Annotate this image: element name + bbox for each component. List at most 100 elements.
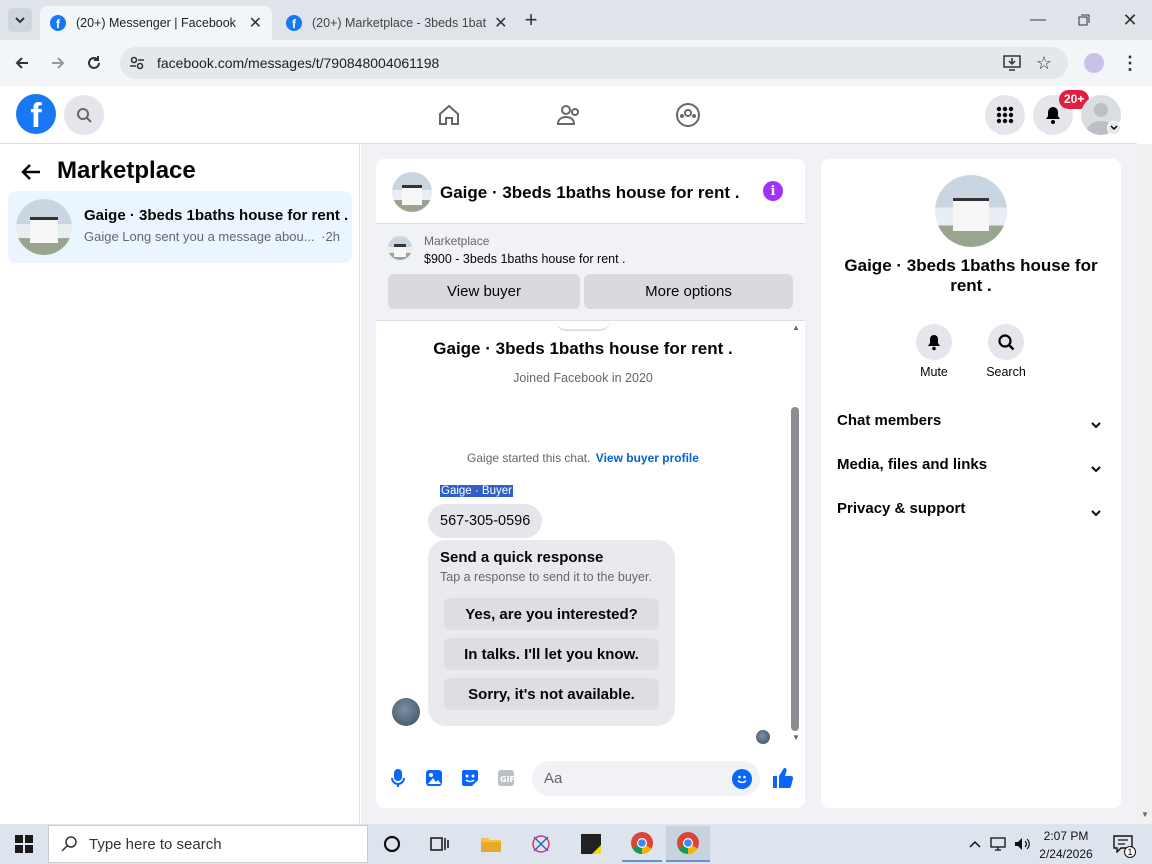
search-conversation-icon[interactable] [988, 324, 1024, 360]
quick-response-subtitle: Tap a response to send it to the buyer. [440, 570, 652, 584]
new-tab-button[interactable]: + [520, 7, 542, 32]
profile-avatar-icon[interactable] [1084, 53, 1104, 73]
taskbar-clock[interactable]: 2:07 PM 2/24/2026 [1036, 827, 1096, 863]
facebook-favicon-icon: f [286, 15, 302, 31]
mute-bell-icon[interactable] [916, 324, 952, 360]
profile-avatar-edge [556, 321, 610, 331]
search-label: Search [986, 365, 1026, 379]
cortana-icon[interactable] [378, 832, 406, 856]
install-app-icon[interactable] [1000, 51, 1024, 75]
task-view-icon[interactable] [426, 832, 454, 856]
reload-icon[interactable] [82, 51, 106, 75]
facebook-logo[interactable]: f [16, 94, 56, 134]
bookmark-star-icon[interactable]: ☆ [1032, 51, 1056, 75]
clock-time: 2:07 PM [1043, 829, 1089, 843]
network-icon[interactable] [988, 834, 1010, 854]
show-hidden-icons-icon[interactable] [966, 834, 984, 854]
back-arrow-icon[interactable] [18, 160, 44, 184]
more-options-button[interactable]: More options [584, 274, 793, 309]
clock-date: 2/24/2026 [1039, 847, 1093, 861]
details-avatar [935, 175, 1007, 247]
windows-start-icon[interactable] [10, 832, 38, 856]
seen-receipt-avatar [756, 730, 770, 744]
chrome-taskbar-icon[interactable] [622, 826, 662, 862]
snipping-tool-icon[interactable] [526, 830, 556, 858]
chat-header-name[interactable]: Gaige · 3beds 1baths house for rent . [440, 183, 739, 203]
close-window-button[interactable]: ✕ [1118, 8, 1142, 32]
details-name: Gaige · 3beds 1baths house for rent . [844, 256, 1098, 295]
search-icon[interactable] [64, 95, 104, 135]
facebook-favicon-icon: f [50, 15, 66, 31]
forward-icon[interactable] [46, 51, 70, 75]
photo-icon[interactable] [424, 767, 444, 789]
page-title: Marketplace [57, 157, 196, 184]
site-info-icon[interactable] [120, 55, 154, 71]
section-label: Media, files and links [837, 456, 988, 473]
media-files-section[interactable]: Media, files and links [829, 448, 1113, 482]
conversation-name: Gaige · 3beds 1baths house for rent . [84, 207, 349, 224]
quick-response-title: Send a quick response [440, 549, 604, 566]
page-scroll-down-icon[interactable]: ▼ [1141, 810, 1149, 819]
tab-messenger[interactable]: f (20+) Messenger | Facebook ✕ [40, 6, 272, 40]
url-text: facebook.com/messages/t/790848004061198 [157, 55, 440, 71]
groups-icon[interactable] [671, 100, 705, 130]
close-tab-icon[interactable]: ✕ [241, 13, 262, 33]
quick-reply-button[interactable]: In talks. I'll let you know. [444, 638, 659, 670]
browser-menu-icon[interactable]: ⋮ [1118, 51, 1142, 75]
mute-label: Mute [920, 365, 948, 379]
account-chevron-down-icon[interactable] [1107, 121, 1121, 135]
preview-text: Gaige Long sent you a message abou... [84, 229, 315, 244]
sticker-icon[interactable] [460, 767, 480, 789]
sender-label: Gaige · Buyer [440, 485, 513, 497]
gif-icon[interactable]: GIF [496, 767, 516, 789]
emoji-icon[interactable] [732, 769, 752, 789]
chrome-profile-taskbar-icon[interactable] [666, 826, 710, 862]
restore-window-button[interactable] [1072, 8, 1096, 32]
thumbs-up-icon[interactable] [771, 766, 795, 790]
svg-text:GIF: GIF [500, 775, 515, 784]
conversation-info-icon[interactable]: i [763, 181, 783, 201]
scrollbar-thumb[interactable] [791, 407, 799, 731]
address-bar[interactable]: facebook.com/messages/t/790848004061198 [120, 47, 1068, 79]
chat-members-section[interactable]: Chat members [829, 404, 1113, 438]
message-input[interactable]: Aa [532, 761, 760, 796]
menu-grid-icon[interactable] [985, 95, 1025, 135]
page-scrollbar[interactable]: ▼ [1137, 144, 1152, 824]
taskbar-search-box[interactable]: Type here to search [48, 825, 368, 863]
chevron-down-icon [1091, 416, 1101, 432]
close-tab-icon[interactable]: ✕ [486, 13, 507, 33]
file-explorer-icon[interactable] [476, 830, 506, 858]
volume-icon[interactable] [1012, 834, 1034, 854]
chevron-down-icon [1091, 504, 1101, 520]
tab-search-icon[interactable] [8, 8, 32, 32]
chat-header-avatar[interactable] [392, 172, 432, 212]
quick-reply-button[interactable]: Sorry, it's not available. [444, 678, 659, 710]
sticky-notes-icon[interactable] [576, 830, 606, 858]
view-buyer-profile-link[interactable]: View buyer profile [596, 451, 699, 465]
listing-thumbnail [16, 199, 72, 255]
home-icon[interactable] [432, 100, 466, 130]
chat-scrollbar[interactable]: ▲ ▼ [789, 323, 801, 745]
taskbar-search-icon [49, 836, 89, 852]
section-label: Privacy & support [837, 500, 966, 517]
quick-reply-button[interactable]: Yes, are you interested? [444, 598, 659, 630]
section-label: Chat members [837, 412, 942, 429]
chat-started-text: Gaige started this chat. [467, 451, 591, 465]
message-bubble[interactable]: 567-305-0596 [428, 504, 543, 538]
minimize-window-button[interactable]: — [1026, 8, 1050, 32]
privacy-support-section[interactable]: Privacy & support [829, 492, 1113, 526]
view-buyer-button[interactable]: View buyer [388, 274, 580, 309]
scroll-up-icon[interactable]: ▲ [792, 323, 800, 332]
friends-icon[interactable] [552, 100, 586, 130]
listing-title: $900 - 3beds 1baths house for rent . [424, 252, 626, 266]
scroll-down-icon[interactable]: ▼ [792, 733, 800, 742]
profile-name: Gaige · 3beds 1baths house for rent . [433, 339, 733, 358]
back-icon[interactable] [10, 51, 34, 75]
voice-clip-icon[interactable] [388, 767, 408, 789]
preview-time: ·2h [321, 229, 340, 244]
listing-label: Marketplace [424, 234, 490, 248]
message-input-placeholder: Aa [544, 770, 563, 787]
listing-small-thumbnail [388, 236, 412, 260]
tab-title: (20+) Marketplace - 3beds 1bat [312, 16, 487, 30]
tab-marketplace[interactable]: f (20+) Marketplace - 3beds 1bat ✕ [276, 6, 512, 40]
